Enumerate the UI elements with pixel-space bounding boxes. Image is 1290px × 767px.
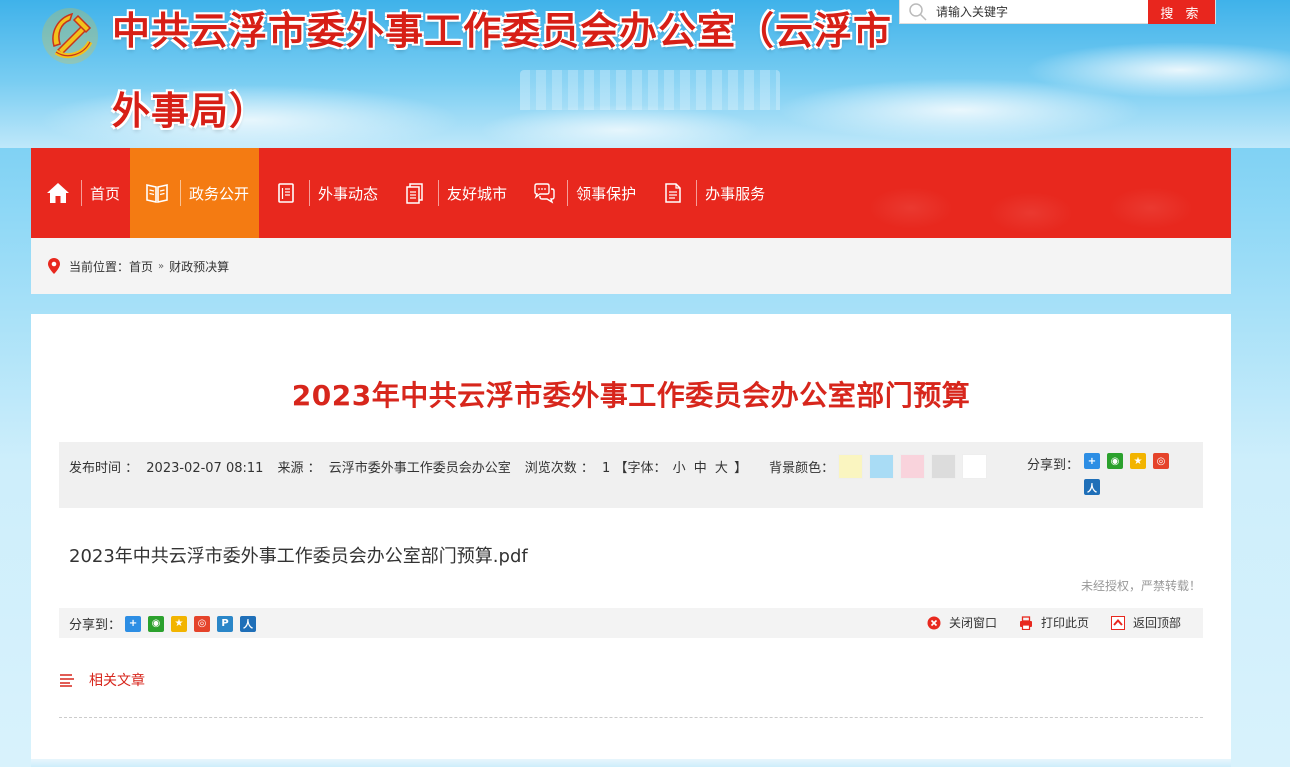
nav-divider [696,180,698,206]
search-input[interactable] [934,0,1148,23]
bg-swatch-white[interactable] [962,454,988,479]
font-size-large-button[interactable]: 大 [715,461,728,476]
nav-item-services[interactable]: 办事服务 [646,148,775,238]
nav-label: 办事服务 [705,184,766,203]
nav-label: 领事保护 [576,184,637,203]
nav-divider [567,180,569,206]
chat-icon [531,180,557,206]
back-to-top-button[interactable]: 返回顶部 [1110,614,1181,631]
bg-color-swatches [838,454,993,479]
site-title: 中共云浮市委外事工作委员会办公室（云浮市 外事局） [112,6,892,136]
search-box: 搜 索 [899,0,1216,24]
nav-label: 首页 [90,184,121,203]
font-size-open: 【字体： [614,461,667,476]
file-icon [660,180,686,206]
nav-item-friendly-cities[interactable]: 友好城市 [388,148,517,238]
close-icon [927,616,941,630]
renren-icon[interactable]: 人 [1084,479,1100,495]
article-actions: 关闭窗口 打印此页 返回顶部 [905,614,1181,631]
location-pin-icon [47,257,61,275]
nav-divider [81,180,82,206]
publish-time: 发布时间 ： 2023-02-07 08:11 [69,457,263,476]
tencent-weibo-icon[interactable]: P [217,615,234,632]
font-size-close: 】 [734,461,748,476]
share-label-bottom: 分享到： [69,618,122,633]
nav-divider [309,180,311,206]
weibo-icon[interactable]: ◎ [194,615,211,632]
document-icon [273,180,299,206]
main-nav: 首页 政务公开 外事动态 友好城市 领事保护 办事服务 [31,148,1231,238]
bg-color-label: 背景颜色： [769,461,835,476]
wechat-icon[interactable]: ◉ [1107,453,1123,469]
publish-time-value: 2023-02-07 08:11 [146,461,264,476]
related-articles-label: 相关文章 [89,673,145,689]
nav-item-consular-protection[interactable]: 领事保护 [517,148,646,238]
nav-label: 外事动态 [318,184,379,203]
nav-divider [438,180,440,206]
views-value: 1 [602,461,611,476]
nav-divider [180,180,182,206]
bg-swatch-gray[interactable] [931,454,957,479]
view-count: 浏览次数 ： 1 【字体： 小 中 大 】 [525,457,747,476]
weibo-icon[interactable]: ◎ [1153,453,1169,469]
qzone-icon[interactable]: ★ [1130,453,1146,469]
font-size-medium-button[interactable]: 中 [694,461,707,476]
bg-swatch-blue[interactable] [869,454,895,479]
pages-icon [402,180,428,206]
qzone-icon[interactable]: ★ [171,615,188,632]
print-page-label: 打印此页 [1040,616,1089,630]
page-bottom-strip [31,759,1231,767]
publish-time-label: 发布时间 ： [69,461,139,476]
search-button[interactable]: 搜 索 [1148,0,1215,24]
share-more-icon[interactable]: + [125,615,142,632]
home-icon [45,180,71,206]
nav-item-home[interactable]: 首页 [31,148,130,238]
wechat-icon[interactable]: ◉ [148,615,165,632]
breadcrumb-home-link[interactable]: 首页 [129,258,153,275]
list-icon [59,673,75,687]
breadcrumb-separator: » [158,260,165,272]
source-value: 云浮市委外事工作委员会办公室 [328,461,511,476]
book-icon [144,180,170,206]
share-icons-top: + ◉ ★ ◎ 人 [1084,453,1184,505]
font-size-small-button[interactable]: 小 [673,461,686,476]
breadcrumb: 当前位置： 首页 » 财政预决算 [31,238,1231,294]
breadcrumb-current-link[interactable]: 财政预决算 [169,258,229,275]
article-toolbar: 分享到： + ◉ ★ ◎ P 人 关闭窗口 打印此页 返回顶部 [59,608,1203,638]
share-bar-bottom: 分享到： + ◉ ★ ◎ P 人 [69,614,263,633]
bg-swatch-pink[interactable] [900,454,926,479]
article-meta-row: 发布时间 ： 2023-02-07 08:11 来源 ： 云浮市委外事工作委员会… [69,454,993,479]
source-label: 来源 ： [277,461,321,476]
article-panel: 2023年中共云浮市委外事工作委员会办公室部门预算 发布时间 ： 2023-02… [31,314,1231,759]
divider [59,717,1203,718]
share-more-icon[interactable]: + [1084,453,1100,469]
breadcrumb-prefix: 当前位置： [69,259,130,274]
copyright-notice: 未经授权，严禁转载！ [1080,579,1201,593]
nav-item-foreign-affairs-news[interactable]: 外事动态 [259,148,388,238]
article-title: 2023年中共云浮市委外事工作委员会办公室部门预算 [291,379,971,412]
printer-icon [1019,615,1033,630]
views-label: 浏览次数 ： [524,461,594,476]
article-source: 来源 ： 云浮市委外事工作委员会办公室 [277,457,510,476]
nav-label: 友好城市 [447,184,508,203]
party-emblem-icon [40,6,100,66]
site-title-line2: 外事局） [112,89,269,133]
attachment-pdf-link[interactable]: 2023年中共云浮市委外事工作委员会办公室部门预算.pdf [69,542,528,568]
related-articles-heading: 相关文章 [59,670,145,690]
close-window-button[interactable]: 关闭窗口 [927,614,997,631]
nav-label: 政务公开 [189,184,250,203]
bg-swatch-yellow[interactable] [838,454,864,479]
nav-item-government-affairs[interactable]: 政务公开 [130,148,260,238]
renren-icon[interactable]: 人 [240,615,257,632]
search-icon [900,0,934,24]
share-label: 分享到： [1027,458,1080,473]
close-window-label: 关闭窗口 [948,616,997,630]
site-title-line1: 中共云浮市委外事工作委员会办公室（云浮市 [112,9,893,53]
article-meta: 发布时间 ： 2023-02-07 08:11 来源 ： 云浮市委外事工作委员会… [59,442,1203,508]
arrow-up-icon [1110,615,1125,630]
back-to-top-label: 返回顶部 [1132,616,1181,630]
print-page-button[interactable]: 打印此页 [1019,614,1089,631]
